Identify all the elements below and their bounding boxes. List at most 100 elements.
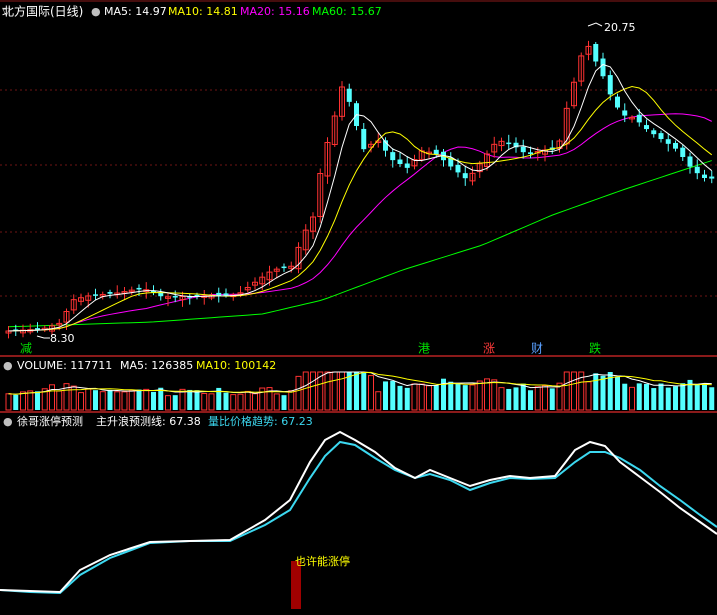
volume-bar [172,395,178,410]
volume-bar [354,372,359,410]
ma60-path [8,160,712,328]
candle-body [593,43,599,62]
volume-bar [375,391,382,411]
volume-bar [636,383,642,410]
event-marker-1: 减 [20,342,32,356]
volume-bar [35,391,40,410]
volume-bar [433,385,439,410]
candle-body [702,174,707,178]
limit-up-signal-bar [291,561,301,609]
volume-bar [259,387,266,411]
ma5-line [8,63,713,332]
ma5-legend: MA5: 14.97 [104,5,167,18]
volume-bar [78,392,84,411]
ma10-legend: MA10: 14.81 [168,5,238,18]
volume-bar [201,393,208,411]
high-label: 20.75 [604,21,636,34]
volume-bar [383,381,388,410]
volume-ma10: MA10: 100142 [196,359,276,372]
volume-bar [520,383,526,410]
candle-body [636,114,642,123]
indicator-title: 徐哥涨停预测 [17,414,83,428]
candle-body [673,142,678,149]
ma10-path [8,86,713,332]
ma60-line [8,160,712,328]
event-marker-3: 涨 [483,341,495,356]
volume-bar [651,388,657,410]
volume-bar [346,372,352,410]
volume-bar [694,384,700,410]
candle-body [281,266,287,269]
volume-panel-icon[interactable]: ● [3,359,13,372]
volume-bar [404,387,410,410]
candle-body [223,293,229,296]
volume-bar [658,383,664,410]
volume-bar [644,383,649,410]
volume-legend: ● VOLUME: 117711 MA5: 126385 MA10: 10014… [3,359,276,372]
volume-bar [600,375,606,410]
volume-bar [165,395,171,411]
event-markers: 减港涨财跌 [20,341,601,356]
stock-chart[interactable]: 减 港 涨 财 跌 20.75 8.30 ▽ 北方国际(日线) ● MA5: 14.97… [0,0,717,615]
main-legend: ▽ 北方国际(日线) ● MA5: 14.97 MA10: 14.81 MA20… [2,4,382,19]
indicator-lines [0,430,717,595]
candlesticks [5,40,715,339]
volume-bar [56,390,63,411]
volume-bar [418,383,425,411]
candle-body [136,287,142,290]
candle-body [172,296,178,298]
volume-bar [273,393,280,411]
volume-bar [107,389,113,410]
volume-bar [302,371,309,411]
volume-bar [5,393,12,411]
volume-bar [288,390,295,411]
low-label: 8.30 [50,332,75,345]
volume-ma-lines [8,371,712,395]
candle-body [455,164,461,173]
candle-body [680,147,686,157]
low-mark: 8.30 [36,332,75,345]
candle-body [615,96,620,108]
candle-body [107,292,113,294]
volume-bar [665,387,671,410]
volume-bar [208,393,215,411]
candle-body [687,156,693,167]
volume-bar [498,387,505,411]
volume-bar [310,371,316,411]
volume-bar [563,371,570,411]
volume-bar [121,391,128,411]
candle-body [93,294,98,296]
volume-bar [324,371,331,411]
volume-bar [85,388,92,411]
volume-bar [128,389,135,411]
indicator-panel-icon[interactable]: ● [3,415,13,428]
volume-bar [223,392,229,410]
limit-up-signal-label: 也许能涨停 [295,554,350,568]
ma20-legend: MA20: 15.16 [240,5,310,18]
volume-bar [187,389,193,410]
indicator-line2-legend: 量比价格趋势: 67.23 [208,414,313,428]
event-marker-4: 财 [531,342,543,356]
volume-bar [93,390,98,410]
volume-bar [194,390,200,410]
candle-body [607,75,613,95]
ma20-line [8,113,712,332]
volume-bar [361,372,367,410]
volume-bar [426,385,432,411]
indicator-line1-legend: 主升浪预测线: 67.38 [96,414,201,428]
volume-ma5-path [8,371,712,395]
candle-body [462,173,468,179]
volume-bar [390,380,396,410]
candle-body [433,149,439,155]
candle-body [644,125,649,130]
volume-bar [513,387,519,410]
candle-body [658,133,664,139]
candle-body [622,110,628,116]
settings-icon[interactable]: ● [91,5,101,18]
volume-bar [702,383,707,410]
candle-body [506,142,512,145]
candle-body [520,146,526,153]
volume-value: VOLUME: 117711 [17,359,112,372]
volume-bar [230,394,237,411]
volume-bar [534,386,541,411]
